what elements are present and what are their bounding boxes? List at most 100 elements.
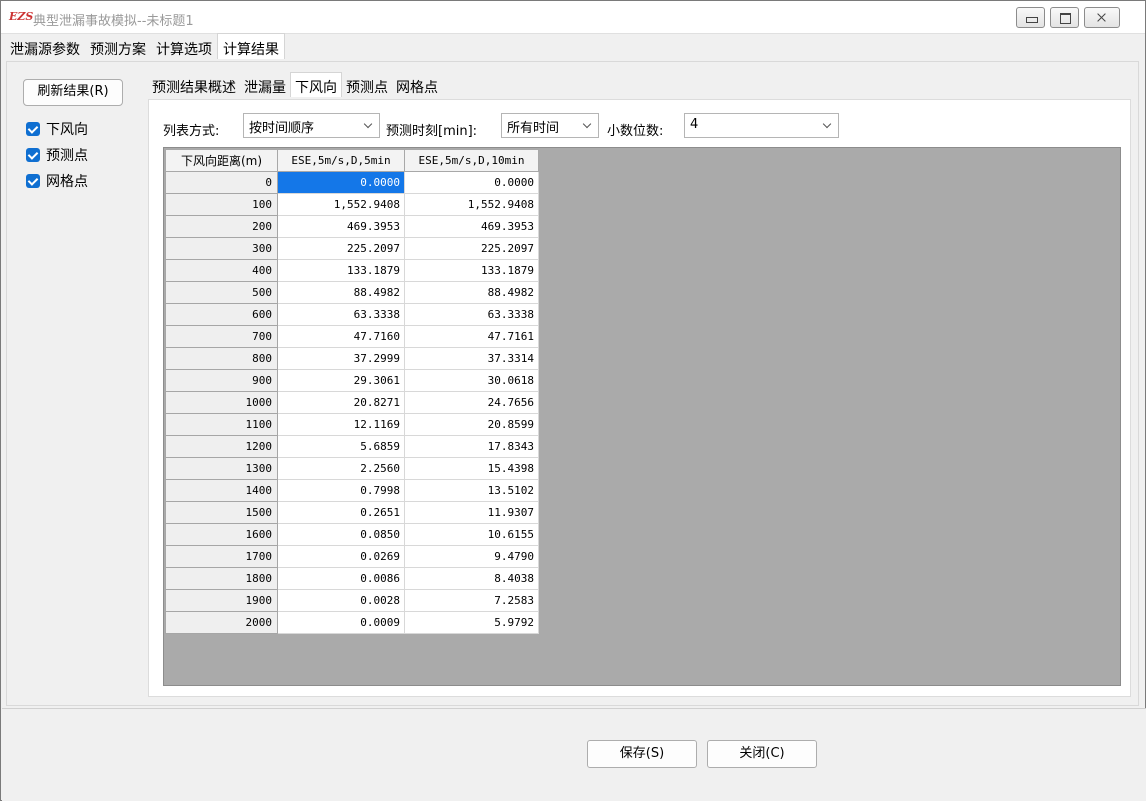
five-minute-cell[interactable]: 5.6859 [277,435,405,458]
distance-cell[interactable]: 1800 [165,567,278,590]
distance-cell[interactable]: 1400 [165,479,278,502]
five-minute-cell[interactable]: 47.7160 [277,325,405,348]
distance-cell[interactable]: 100 [165,193,278,216]
five-minute-cell[interactable]: 0.0850 [277,523,405,546]
five-minute-cell[interactable]: 0.0269 [277,545,405,568]
distance-cell[interactable]: 800 [165,347,278,370]
list-mode-select[interactable]: 按时间顺序 [243,113,380,138]
table-row[interactable]: 600 63.3338 63.3338 [165,303,539,326]
ten-minute-cell[interactable]: 20.8599 [404,413,539,436]
ten-minute-cell[interactable]: 47.7161 [404,325,539,348]
table-row[interactable]: 1000 20.8271 24.7656 [165,391,539,414]
table-row[interactable]: 500 88.4982 88.4982 [165,281,539,304]
table-row[interactable]: 1400 0.7998 13.5102 [165,479,539,502]
five-minute-cell[interactable]: 133.1879 [277,259,405,282]
distance-cell[interactable]: 1600 [165,523,278,546]
ten-minute-cell[interactable]: 9.4790 [404,545,539,568]
five-minute-cell[interactable]: 0.0009 [277,611,405,634]
distance-cell[interactable]: 1100 [165,413,278,436]
distance-column-header[interactable]: 下风向距离(m) [165,149,278,172]
table-row[interactable]: 1300 2.2560 15.4398 [165,457,539,480]
distance-cell[interactable]: 2000 [165,611,278,634]
ten-minute-column-header[interactable]: ESE,5m/s,D,10min [404,149,539,172]
distance-cell[interactable]: 1300 [165,457,278,480]
ten-minute-cell[interactable]: 133.1879 [404,259,539,282]
maximize-button[interactable] [1050,7,1079,28]
five-minute-cell[interactable]: 469.3953 [277,215,405,238]
table-row[interactable]: 0 0.0000 0.0000 [165,171,539,194]
table-row[interactable]: 400 133.1879 133.1879 [165,259,539,282]
ten-minute-cell[interactable]: 7.2583 [404,589,539,612]
distance-cell[interactable]: 1500 [165,501,278,524]
tab-leak-source[interactable]: 泄漏源参数 [5,35,85,59]
tab-result-summary[interactable]: 预测结果概述 [148,74,240,96]
distance-cell[interactable]: 600 [165,303,278,326]
tab-calculation-results[interactable]: 计算结果 [217,33,285,59]
table-row[interactable]: 1100 12.1169 20.8599 [165,413,539,436]
distance-cell[interactable]: 1700 [165,545,278,568]
ten-minute-cell[interactable]: 37.3314 [404,347,539,370]
five-minute-cell[interactable]: 29.3061 [277,369,405,392]
checkmark-icon[interactable] [26,174,40,188]
table-row[interactable]: 800 37.2999 37.3314 [165,347,539,370]
table-row[interactable]: 2000 0.0009 5.9792 [165,611,539,634]
five-minute-cell[interactable]: 63.3338 [277,303,405,326]
ten-minute-cell[interactable]: 0.0000 [404,171,539,194]
five-minute-cell[interactable]: 0.0028 [277,589,405,612]
save-button[interactable]: 保存(S) [587,740,697,768]
ten-minute-cell[interactable]: 88.4982 [404,281,539,304]
distance-cell[interactable]: 1000 [165,391,278,414]
five-minute-cell[interactable]: 1,552.9408 [277,193,405,216]
predict-time-select[interactable]: 所有时间 [501,113,599,138]
five-minute-cell[interactable]: 0.0000 [277,171,405,194]
tab-downwind[interactable]: 下风向 [290,72,342,97]
ten-minute-cell[interactable]: 225.2097 [404,237,539,260]
ten-minute-cell[interactable]: 24.7656 [404,391,539,414]
table-row[interactable]: 1900 0.0028 7.2583 [165,589,539,612]
prediction-point-checkbox-row[interactable]: 预测点 [26,146,88,164]
table-row[interactable]: 1700 0.0269 9.4790 [165,545,539,568]
refresh-results-button[interactable]: 刷新结果(R) [23,79,123,106]
downwind-checkbox-row[interactable]: 下风向 [26,120,88,138]
ten-minute-cell[interactable]: 15.4398 [404,457,539,480]
tab-calculation-options[interactable]: 计算选项 [151,35,217,59]
table-row[interactable]: 100 1,552.9408 1,552.9408 [165,193,539,216]
distance-cell[interactable]: 500 [165,281,278,304]
close-button[interactable]: 关闭(C) [707,740,817,768]
distance-cell[interactable]: 400 [165,259,278,282]
five-minute-cell[interactable]: 88.4982 [277,281,405,304]
ten-minute-cell[interactable]: 17.8343 [404,435,539,458]
distance-cell[interactable]: 0 [165,171,278,194]
close-window-button[interactable] [1084,7,1120,28]
tab-prediction-points[interactable]: 预测点 [342,74,392,96]
distance-cell[interactable]: 700 [165,325,278,348]
tab-prediction-scheme[interactable]: 预测方案 [85,35,151,59]
table-row[interactable]: 1800 0.0086 8.4038 [165,567,539,590]
ten-minute-cell[interactable]: 5.9792 [404,611,539,634]
table-row[interactable]: 1600 0.0850 10.6155 [165,523,539,546]
five-minute-cell[interactable]: 225.2097 [277,237,405,260]
five-minute-cell[interactable]: 2.2560 [277,457,405,480]
five-minute-cell[interactable]: 0.2651 [277,501,405,524]
table-row[interactable]: 700 47.7160 47.7161 [165,325,539,348]
distance-cell[interactable]: 1900 [165,589,278,612]
ten-minute-cell[interactable]: 13.5102 [404,479,539,502]
checkmark-icon[interactable] [26,122,40,136]
distance-cell[interactable]: 300 [165,237,278,260]
table-row[interactable]: 900 29.3061 30.0618 [165,369,539,392]
ten-minute-cell[interactable]: 469.3953 [404,215,539,238]
ten-minute-cell[interactable]: 30.0618 [404,369,539,392]
tab-leak-amount[interactable]: 泄漏量 [240,74,290,96]
table-row[interactable]: 1500 0.2651 11.9307 [165,501,539,524]
five-minute-cell[interactable]: 12.1169 [277,413,405,436]
distance-cell[interactable]: 900 [165,369,278,392]
ten-minute-cell[interactable]: 63.3338 [404,303,539,326]
ten-minute-cell[interactable]: 11.9307 [404,501,539,524]
ten-minute-cell[interactable]: 8.4038 [404,567,539,590]
table-row[interactable]: 1200 5.6859 17.8343 [165,435,539,458]
ten-minute-cell[interactable]: 10.6155 [404,523,539,546]
results-grid[interactable]: 下风向距离(m) ESE,5m/s,D,5min ESE,5m/s,D,10mi… [163,147,1121,686]
table-row[interactable]: 200 469.3953 469.3953 [165,215,539,238]
tab-grid-points[interactable]: 网格点 [392,74,442,96]
grid-point-checkbox-row[interactable]: 网格点 [26,172,88,190]
